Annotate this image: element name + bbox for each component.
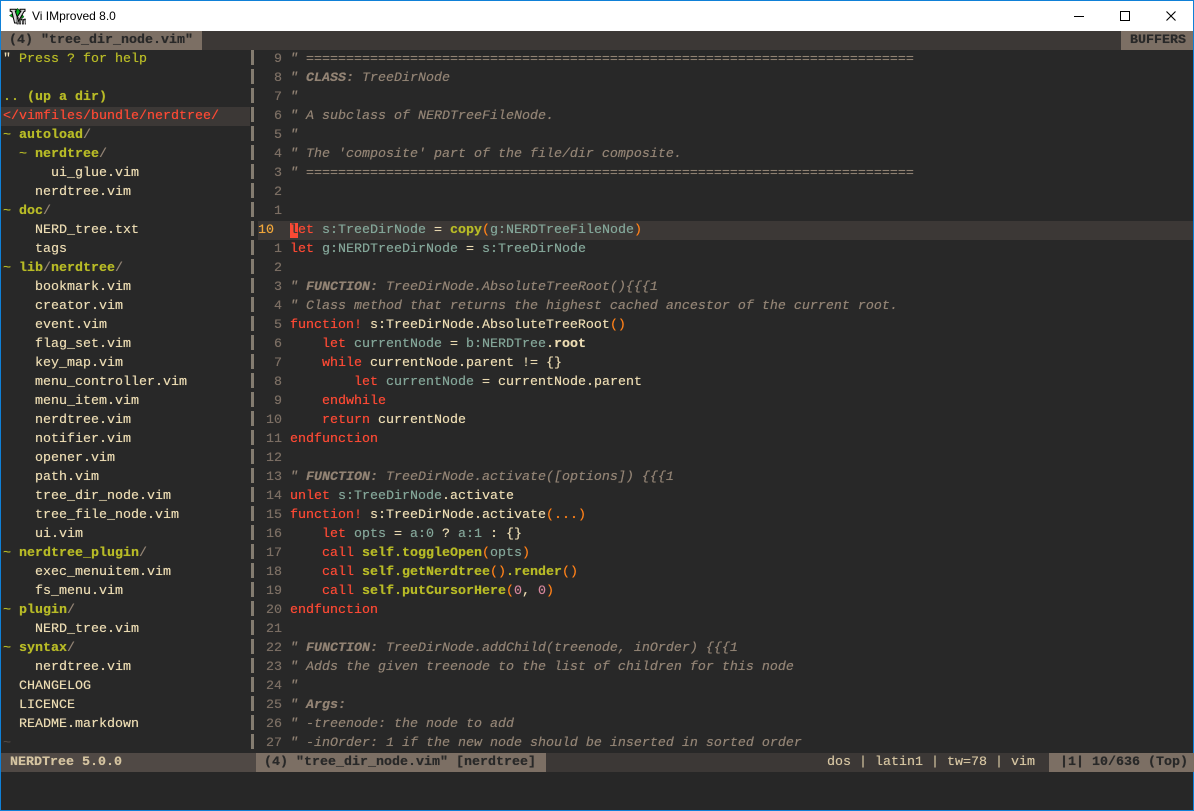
svg-text:im: im bbox=[16, 16, 26, 25]
